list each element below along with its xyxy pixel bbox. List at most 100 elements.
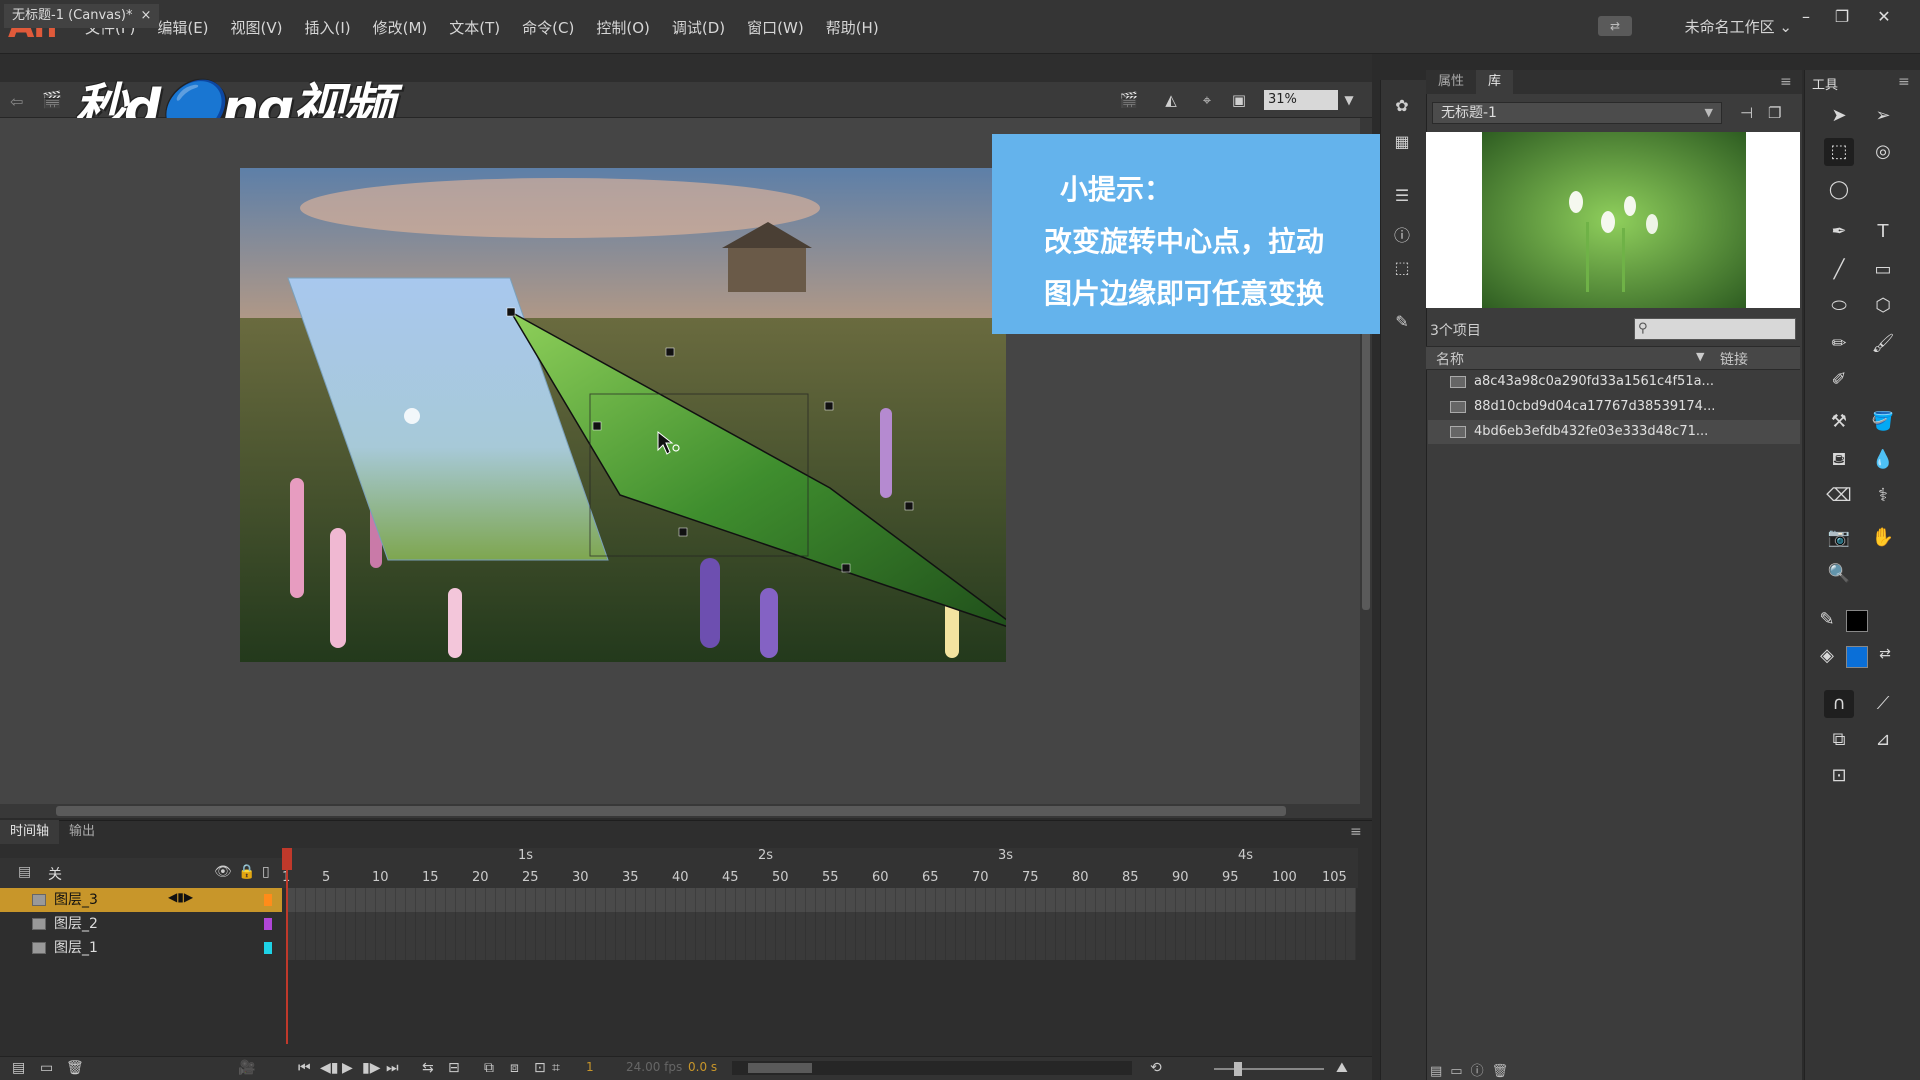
stroke-color-swatch[interactable]: [1846, 610, 1868, 632]
3d-rotation-tool-icon[interactable]: ◎: [1868, 138, 1898, 166]
playhead[interactable]: [286, 848, 288, 1044]
workspace-switcher[interactable]: 未命名工作区 ⌄: [1685, 16, 1792, 37]
paint-bucket-tool-icon[interactable]: 🪣: [1868, 408, 1898, 436]
timeline-ruler[interactable]: [282, 848, 1358, 888]
fill-color-swatch[interactable]: [1846, 646, 1868, 668]
frame-rate[interactable]: 24.00 fps: [626, 1060, 682, 1074]
step-back-icon[interactable]: ◀▮: [320, 1060, 338, 1076]
camera-tool-icon[interactable]: 📷: [1824, 524, 1854, 552]
library-document-select[interactable]: 无标题-1 ▼: [1432, 102, 1722, 124]
tab-timeline[interactable]: 时间轴: [0, 820, 60, 844]
layer-frames-3[interactable]: [286, 888, 1356, 912]
bone-tool-icon[interactable]: ⚒: [1824, 408, 1854, 436]
clip-content-icon[interactable]: ▣: [1228, 90, 1250, 110]
step-forward-icon[interactable]: ▮▶: [362, 1060, 380, 1076]
close-icon[interactable]: ✕: [1870, 6, 1898, 28]
menu-help[interactable]: 帮助(H): [815, 17, 890, 38]
column-linkage[interactable]: 链接: [1720, 349, 1748, 369]
layer-frames-2[interactable]: [286, 912, 1356, 936]
center-stage-icon[interactable]: ⌖: [1196, 90, 1218, 110]
free-transform-tool-icon[interactable]: ⬚: [1824, 138, 1854, 166]
library-item[interactable]: 4bd6eb3efdb432fe03e333d48c71...: [1428, 420, 1800, 444]
panel-menu-icon[interactable]: ≡: [1780, 74, 1792, 90]
pin-icon[interactable]: ⊣: [1740, 104, 1753, 122]
stage-canvas[interactable]: [240, 168, 1006, 662]
selection-tool-icon[interactable]: ➤: [1824, 102, 1854, 130]
motion-presets-icon[interactable]: ✿: [1390, 96, 1414, 118]
layer-frames-1[interactable]: [286, 936, 1356, 960]
transform-panel-icon[interactable]: ⬚: [1390, 258, 1414, 280]
eraser-tool-icon[interactable]: ⌫: [1824, 482, 1854, 510]
back-arrow-icon[interactable]: ⇦: [10, 92, 23, 111]
zoom-input[interactable]: 31%: [1264, 90, 1338, 110]
menu-insert[interactable]: 插入(I): [294, 17, 362, 38]
tab-library[interactable]: 库: [1476, 70, 1514, 94]
zoom-dropdown-icon[interactable]: ▼: [1340, 90, 1358, 110]
swatches-icon[interactable]: ▦: [1390, 132, 1414, 154]
eye-icon[interactable]: 👁: [214, 864, 232, 880]
line-tool-icon[interactable]: ╱: [1824, 256, 1854, 284]
lasso-tool-icon[interactable]: ◯: [1824, 176, 1854, 204]
new-library-panel-icon[interactable]: ❐: [1768, 104, 1781, 122]
oval-tool-icon[interactable]: ⬭: [1824, 292, 1854, 320]
tab-output[interactable]: 输出: [59, 820, 105, 844]
zoom-tool-icon[interactable]: 🔍: [1824, 560, 1854, 588]
minimize-icon[interactable]: –: [1792, 6, 1820, 28]
document-tab[interactable]: 无标题-1 (Canvas)* ×: [4, 4, 160, 28]
smooth-icon[interactable]: ⟋: [1868, 690, 1898, 718]
width-tool-icon[interactable]: ⚕: [1868, 482, 1898, 510]
align-icon[interactable]: ☰: [1390, 186, 1414, 208]
outline-icon[interactable]: ▯: [262, 864, 270, 880]
stage-vertical-scroll-thumb[interactable]: [1362, 330, 1370, 610]
tab-close-icon[interactable]: ×: [140, 4, 151, 28]
rectangle-tool-icon[interactable]: ▭: [1868, 256, 1898, 284]
menu-window[interactable]: 窗口(W): [736, 17, 815, 38]
distort-icon[interactable]: ⊿: [1868, 726, 1898, 754]
onion-skin-icon[interactable]: ⧉: [484, 1060, 494, 1076]
new-layer-icon[interactable]: ▤: [12, 1060, 25, 1076]
layer-playback-controls[interactable]: ◀▮▶: [168, 890, 193, 904]
hand-tool-icon[interactable]: ✋: [1868, 524, 1898, 552]
menu-view[interactable]: 视图(V): [220, 17, 294, 38]
fill-color-icon[interactable]: ◈: [1812, 642, 1842, 670]
sort-down-icon[interactable]: ▼: [1696, 350, 1704, 363]
polystar-tool-icon[interactable]: ⬡: [1868, 292, 1898, 320]
onion-outline-icon[interactable]: ⧈: [510, 1060, 519, 1076]
menu-modify[interactable]: 修改(M): [362, 17, 439, 38]
edit-scene-icon[interactable]: 🎬: [1118, 90, 1140, 110]
center-frame-icon[interactable]: ⊟: [448, 1060, 460, 1076]
library-footer-icons[interactable]: ▤▭ⓘ🗑: [1430, 1060, 1516, 1079]
stroke-color-icon[interactable]: ✎: [1812, 606, 1842, 634]
brush-tool-icon[interactable]: 🖌: [1868, 330, 1898, 358]
paint-brush-tool-icon[interactable]: ✐: [1824, 366, 1854, 394]
sync-settings-icon[interactable]: ⇄: [1598, 16, 1632, 36]
tools-menu-icon[interactable]: ≡: [1898, 74, 1910, 90]
brush-library-icon[interactable]: ✎: [1390, 312, 1414, 334]
menu-commands[interactable]: 命令(C): [511, 17, 585, 38]
ink-bottle-tool-icon[interactable]: ⛾: [1824, 446, 1854, 474]
tab-properties[interactable]: 属性: [1426, 70, 1476, 94]
menu-text[interactable]: 文本(T): [438, 17, 511, 38]
loop-icon[interactable]: ⇆: [422, 1060, 434, 1076]
menu-debug[interactable]: 调试(D): [661, 17, 736, 38]
new-folder-icon[interactable]: ▭: [40, 1060, 53, 1076]
text-tool-icon[interactable]: T: [1868, 218, 1898, 246]
layer-color-swatch[interactable]: [264, 942, 272, 954]
timeline-scroll-thumb[interactable]: [748, 1063, 812, 1073]
current-frame[interactable]: 1: [586, 1060, 594, 1074]
camera-toggle-icon[interactable]: 🎥: [238, 1060, 255, 1076]
lock-icon[interactable]: 🔒: [238, 864, 255, 880]
eyedropper-tool-icon[interactable]: 💧: [1868, 446, 1898, 474]
swap-colors-icon[interactable]: ⇄: [1870, 640, 1900, 668]
info-icon[interactable]: ⓘ: [1390, 222, 1414, 245]
pen-tool-icon[interactable]: ✒: [1824, 218, 1854, 246]
library-search-input[interactable]: [1634, 318, 1796, 340]
restore-icon[interactable]: ❐: [1828, 6, 1856, 28]
edit-multiple-icon[interactable]: ⊡: [534, 1060, 546, 1076]
column-name[interactable]: 名称: [1436, 349, 1464, 369]
refresh-icon[interactable]: ⟲: [1150, 1060, 1162, 1076]
snap-to-objects-icon[interactable]: ∩: [1824, 690, 1854, 718]
layer-color-swatch[interactable]: [264, 918, 272, 930]
frame-size-slider-thumb[interactable]: [1234, 1062, 1242, 1076]
layer-color-swatch[interactable]: [264, 894, 272, 906]
